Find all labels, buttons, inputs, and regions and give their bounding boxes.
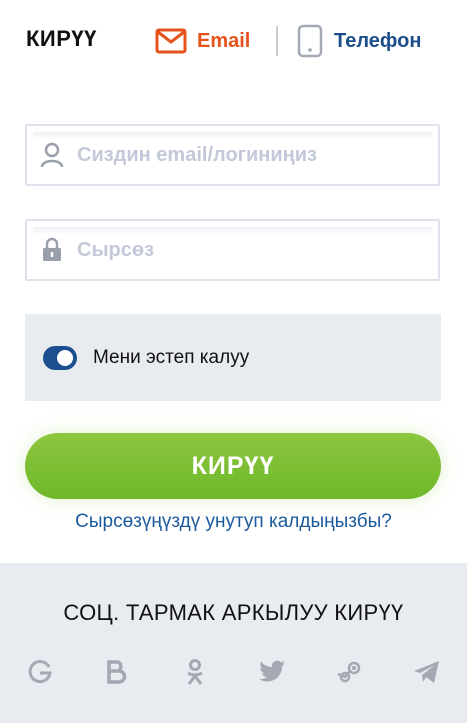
page-title: КИРҮҮ [26,26,97,51]
login-button[interactable]: КИРҮҮ [25,433,441,499]
tab-phone-label: Телефон [334,29,422,52]
odnoklassniki-icon[interactable] [180,657,210,687]
twitter-icon[interactable] [257,657,287,687]
login-input[interactable] [77,143,427,167]
forgot-password-link[interactable]: Сырсөзүңүздү унутуп калдыңызбы? [0,511,467,533]
envelope-icon [155,28,187,54]
remember-me-toggle[interactable] [43,345,77,370]
user-icon [27,142,77,168]
telegram-icon[interactable] [412,657,442,687]
lock-icon [27,237,77,263]
tab-divider [276,26,278,56]
tab-email-label: Email [197,29,251,52]
tab-email[interactable]: Email [155,24,250,58]
steam-icon[interactable] [335,657,365,687]
toggle-knob [57,349,73,366]
remember-me-label[interactable]: Мени эстеп калуу [93,347,249,369]
password-field [25,219,440,281]
login-field [25,124,440,186]
tab-phone[interactable]: Телефон [296,24,421,58]
password-input[interactable] [77,238,427,262]
social-login-title: СОЦ. ТАРМАК АРКЫЛУУ КИРҮҮ [63,600,404,625]
remember-me-panel: Мени эстеп калуу [25,314,441,401]
vk-icon[interactable] [102,657,132,687]
header: КИРҮҮ Email Телефон [0,0,467,85]
social-icons-row [25,655,442,689]
social-login-panel: СОЦ. ТАРМАК АРКЫЛУУ КИРҮҮ [0,563,467,723]
phone-icon [296,24,324,58]
google-icon[interactable] [25,657,55,687]
